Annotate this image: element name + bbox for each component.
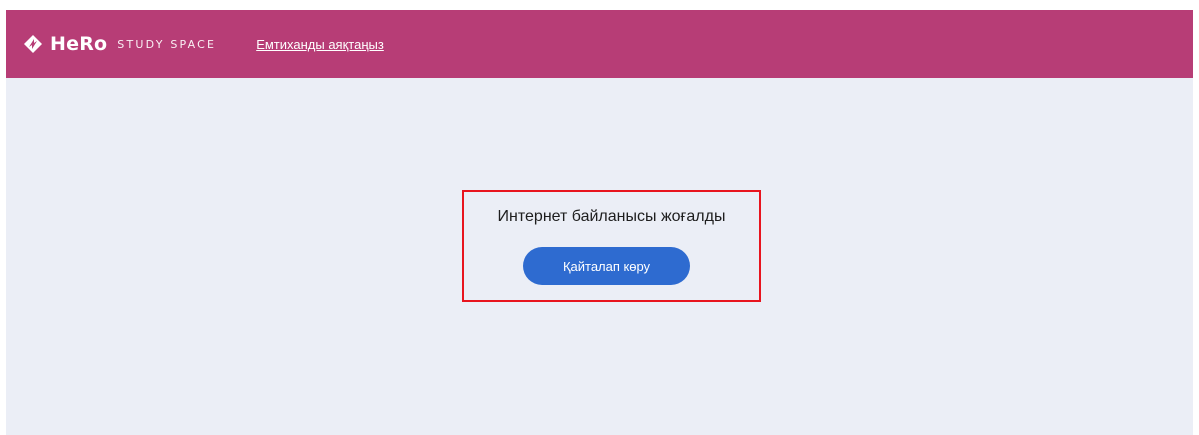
top-header: HeRo STUDY SPACE Емтиханды аяқтаңыз [6, 10, 1193, 78]
app-frame: HeRo STUDY SPACE Емтиханды аяқтаңыз Инте… [6, 10, 1193, 435]
logo-subtitle: STUDY SPACE [117, 37, 217, 51]
connection-lost-message: Интернет байланысы жоғалды [497, 208, 726, 225]
finish-exam-link[interactable]: Емтиханды аяқтаңыз [256, 37, 384, 52]
hero-logo-icon [22, 33, 44, 55]
hero-logo[interactable]: HeRo STUDY SPACE [22, 10, 216, 78]
logo-name: HeRo [50, 33, 108, 55]
retry-button[interactable]: Қайталап көру [523, 247, 690, 285]
connection-lost-panel: Интернет байланысы жоғалды Қайталап көру [462, 190, 761, 302]
